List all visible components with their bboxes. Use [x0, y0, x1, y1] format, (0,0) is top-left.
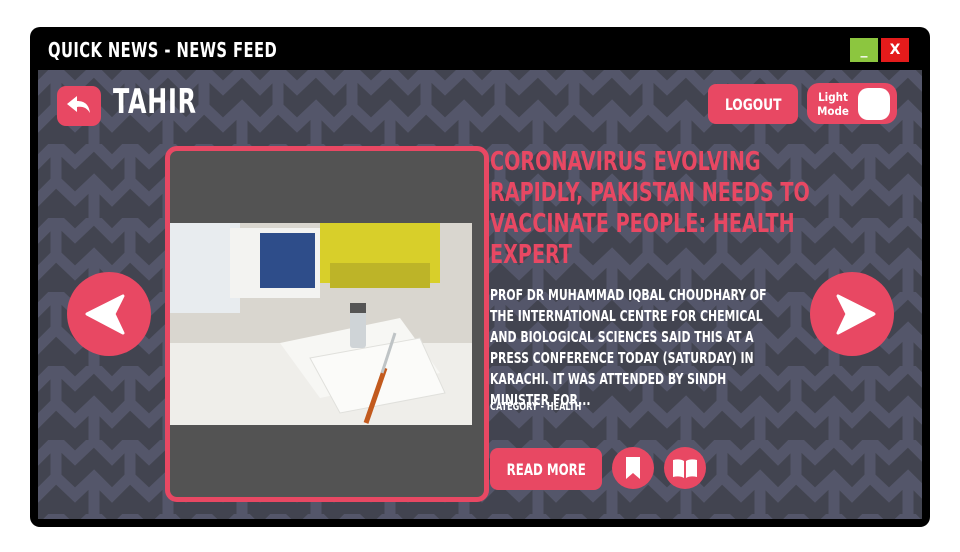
previous-article-button[interactable]: [67, 272, 151, 356]
article-headline[interactable]: Coronavirus evolving rapidly, Pakistan n…: [490, 147, 810, 271]
bookmark-button[interactable]: [612, 447, 654, 489]
bookmark-icon: [626, 457, 640, 479]
logout-button[interactable]: Logout: [708, 84, 798, 124]
article-image-frame: [165, 146, 489, 502]
open-book-icon: [673, 459, 697, 478]
read-more-label: Read More: [506, 459, 586, 479]
window-title: Quick News - News Feed: [48, 38, 278, 62]
minimize-button[interactable]: _: [850, 38, 878, 62]
chevron-left-icon: [85, 294, 125, 335]
reply-arrow-icon: [67, 96, 90, 113]
logout-label: Logout: [724, 94, 782, 114]
next-article-button[interactable]: [810, 272, 894, 356]
username: Tahir: [113, 82, 197, 122]
read-more-button[interactable]: Read More: [490, 448, 602, 490]
title-bar: Quick News - News Feed _ X: [30, 27, 930, 71]
toggle-knob[interactable]: [858, 88, 890, 120]
theme-toggle-label: Light Mode: [817, 90, 849, 118]
article-summary: Prof Dr Muhammad Iqbal Choudhary of the …: [490, 286, 767, 409]
close-button[interactable]: X: [881, 38, 909, 62]
chevron-right-icon: [836, 294, 876, 335]
app-window: Quick News - News Feed _ X Tahir Logout …: [30, 27, 930, 527]
back-button[interactable]: [57, 86, 101, 126]
article-image: [170, 223, 472, 425]
theme-toggle[interactable]: Light Mode: [807, 83, 897, 124]
news-feed-panel: Tahir Logout Light Mode: [38, 70, 922, 519]
read-article-button[interactable]: [664, 447, 706, 489]
article-category: Category - Health: [490, 400, 582, 413]
